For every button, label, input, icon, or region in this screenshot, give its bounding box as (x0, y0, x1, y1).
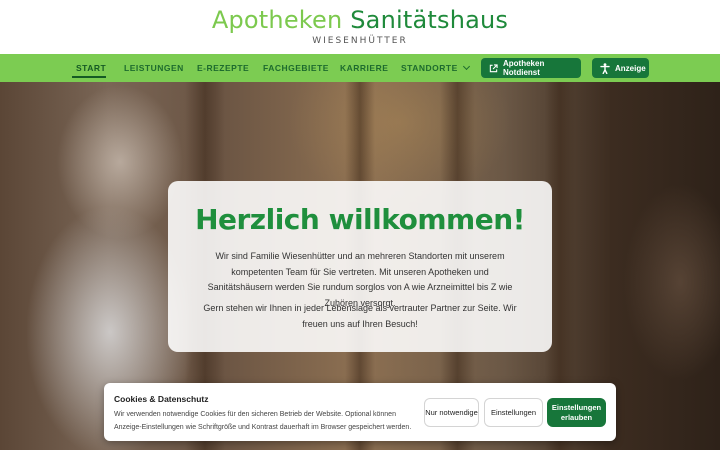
welcome-title: Herzlich willkommen! (195, 203, 525, 236)
brand-subtitle: WIESENHÜTTER (312, 36, 408, 46)
necessary-only-button[interactable]: Nur notwendige (424, 398, 479, 427)
site-logo[interactable]: Apotheken Sanitätshaus (0, 6, 720, 34)
nav-item-fachgebiete[interactable]: FACHGEBIETE (263, 63, 329, 73)
allow-settings-button[interactable]: Einstellungen erlauben (547, 398, 606, 427)
main-navigation: START LEISTUNGEN E-REZEPTE FACHGEBIETE K… (0, 54, 720, 82)
site-header: Apotheken Sanitätshaus WIESENHÜTTER (0, 0, 720, 54)
anzeige-button[interactable]: Anzeige (592, 58, 649, 78)
cookie-text: Wir verwenden notwendige Cookies für den… (114, 411, 412, 431)
nav-item-start[interactable]: START (76, 63, 106, 73)
nav-item-e-rezepte[interactable]: E-REZEPTE (197, 63, 249, 73)
chevron-down-icon (462, 62, 470, 71)
notdienst-label: Apotheken Notdienst (503, 59, 545, 77)
welcome-card: Herzlich willkommen! Wir sind Familie Wi… (168, 181, 552, 352)
notdienst-button[interactable]: Apotheken Notdienst (481, 58, 581, 78)
brand-word-apotheken: Apotheken (211, 6, 343, 34)
external-link-icon (489, 63, 498, 72)
anzeige-label: Anzeige (615, 63, 646, 73)
cookie-banner: Cookies & Datenschutz Wir verwenden notw… (104, 383, 616, 441)
nav-active-indicator (72, 76, 106, 78)
nav-item-standorte-label: STANDORTE (401, 63, 458, 73)
nav-item-karriere[interactable]: KARRIERE (340, 63, 388, 73)
accessibility-icon (600, 62, 610, 74)
welcome-paragraph-2: Gern stehen wir Ihnen in jeder Lebenslag… (203, 303, 517, 329)
cookie-settings-button[interactable]: Einstellungen (484, 398, 543, 427)
nav-item-leistungen[interactable]: LEISTUNGEN (124, 63, 184, 73)
nav-item-standorte[interactable]: STANDORTE (401, 62, 470, 73)
cookie-title: Cookies & Datenschutz (114, 394, 209, 404)
brand-word-sanitaetshaus: Sanitätshaus (350, 6, 509, 34)
